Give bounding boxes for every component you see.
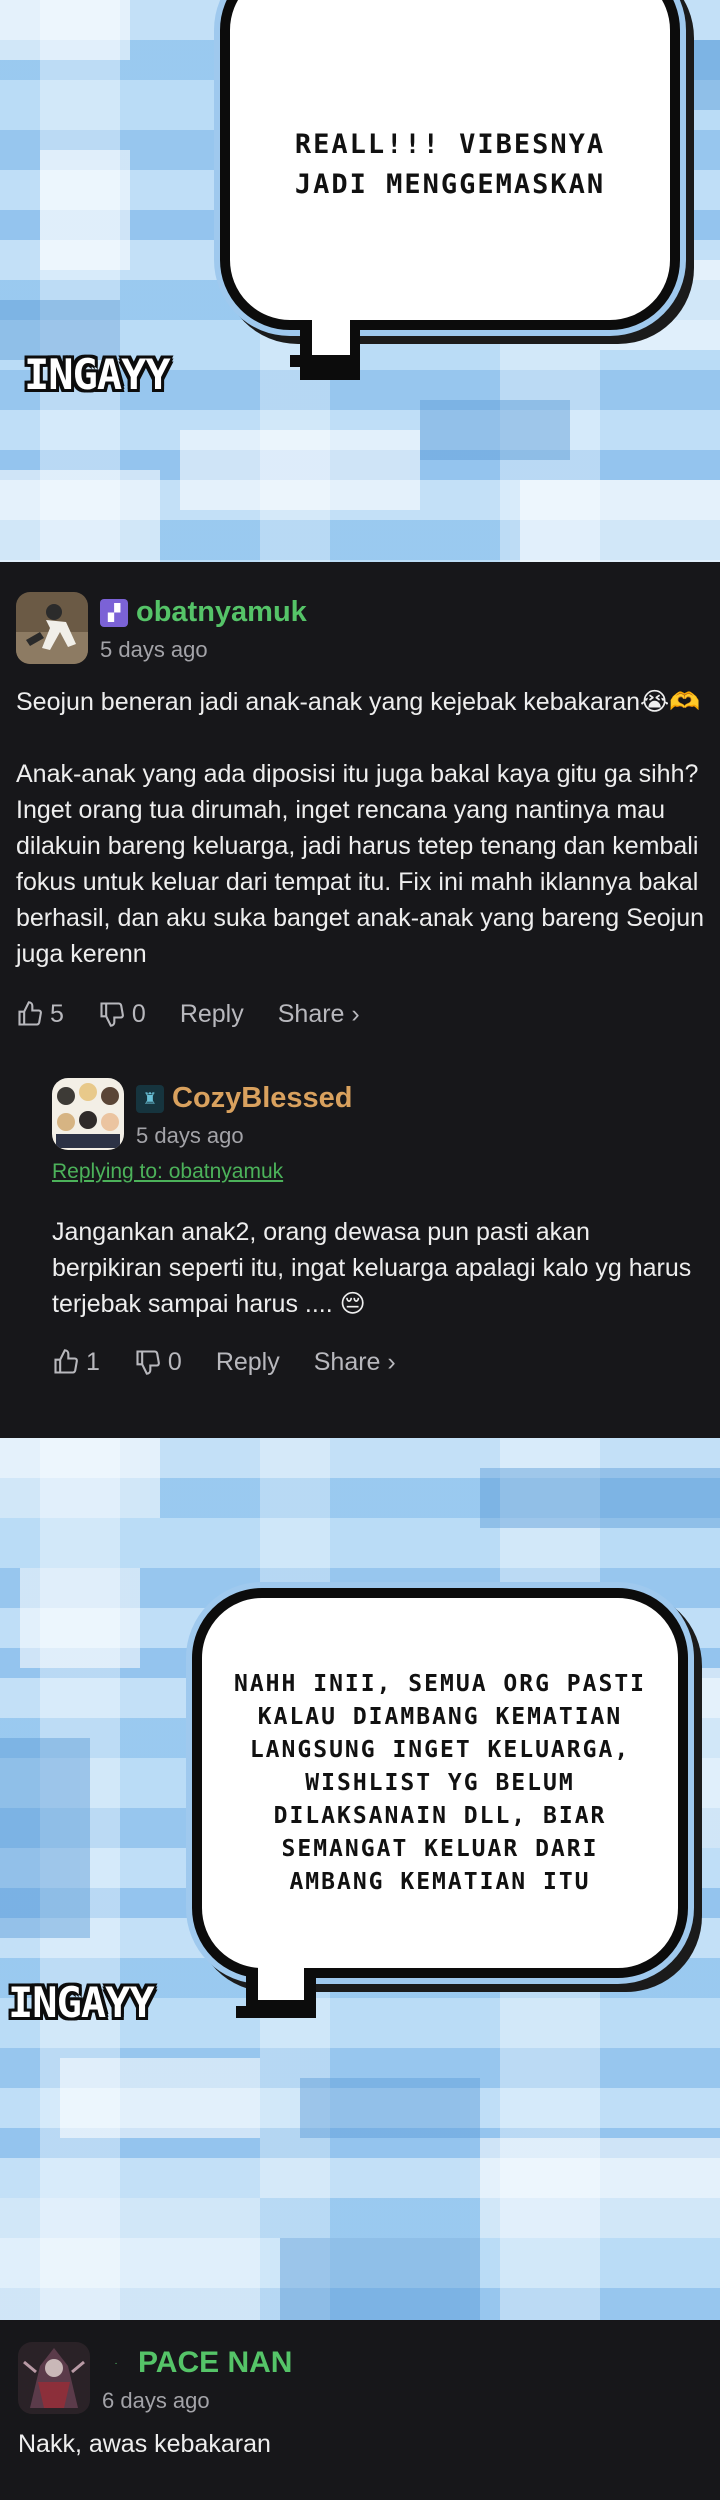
username[interactable]: CozyBlessed xyxy=(172,1082,353,1115)
speech-bubble: REALL!!! VIBESNYA JADI MENGGEMASKAN xyxy=(220,0,680,330)
comments-section: ▞ obatnyamuk 5 days ago Seojun beneran j… xyxy=(0,562,720,1438)
rank-badge-icon: · xyxy=(114,2357,118,2369)
timestamp: 5 days ago xyxy=(100,637,208,662)
like-button[interactable]: 1 xyxy=(52,1348,100,1377)
comment-actions: 1 0 Reply Share › xyxy=(52,1342,704,1382)
comments-section: · PACE NAN 6 days ago Nakk, awas kebakar… xyxy=(0,2320,720,2500)
rank-badge-icon: ▞ xyxy=(100,598,128,627)
comment-text: Jangankan anak2, orang dewasa pun pasti … xyxy=(52,1218,692,1318)
timestamp: 5 days ago xyxy=(136,1123,244,1148)
avatar[interactable] xyxy=(18,2342,90,2414)
comment-text: Nakk, awas kebakaran xyxy=(18,2430,271,2458)
dislike-count: 0 xyxy=(167,1347,182,1376)
dislike-count: 0 xyxy=(131,999,146,1028)
avatar[interactable] xyxy=(52,1078,124,1150)
replying-to-link[interactable]: Replying to: obatnyamuk xyxy=(52,1160,704,1184)
share-button[interactable]: Share › xyxy=(314,1348,396,1377)
speaker-label: INGAYY xyxy=(24,350,171,399)
username[interactable]: PACE NAN xyxy=(138,2346,292,2380)
comment-actions: 5 0 Reply Share › xyxy=(16,994,704,1034)
webtoon-panel-top: REALL!!! VIBESNYA JADI MENGGEMASKAN INGA… xyxy=(0,0,720,562)
reply-button[interactable]: Reply xyxy=(180,1000,244,1029)
speech-bubble: NAHH INII, SEMUA ORG PASTI KALAU DIAMBAN… xyxy=(192,1588,688,1978)
rank-badge-icon: ♜ xyxy=(136,1084,164,1113)
reply-button[interactable]: Reply xyxy=(216,1348,280,1377)
dislike-button[interactable]: 0 xyxy=(134,1348,182,1377)
thumbs-up-icon xyxy=(54,1349,78,1374)
comment-text: Seojun beneran jadi anak-anak yang kejeb… xyxy=(16,688,705,968)
thumbs-down-icon xyxy=(136,1350,160,1375)
thumbs-down-icon xyxy=(100,1002,124,1027)
webtoon-panel-middle: NAHH INII, SEMUA ORG PASTI KALAU DIAMBAN… xyxy=(0,1438,720,2320)
speech-text: NAHH INII, SEMUA ORG PASTI KALAU DIAMBAN… xyxy=(233,1670,647,1895)
dislike-button[interactable]: 0 xyxy=(98,1000,146,1029)
speech-text: REALL!!! VIBESNYA JADI MENGGEMASKAN xyxy=(294,129,606,200)
reply-comment: ♜ CozyBlessed 5 days ago Replying to: ob… xyxy=(0,1034,720,1382)
comment: · PACE NAN 6 days ago Nakk, awas kebakar… xyxy=(0,2320,720,2462)
share-button[interactable]: Share › xyxy=(278,1000,360,1029)
avatar[interactable] xyxy=(16,592,88,664)
timestamp: 6 days ago xyxy=(102,2388,210,2413)
like-count: 1 xyxy=(86,1347,100,1376)
username[interactable]: obatnyamuk xyxy=(136,596,307,629)
like-button[interactable]: 5 xyxy=(16,1000,64,1029)
speaker-label: INGAYY xyxy=(8,1978,155,2027)
thumbs-up-icon xyxy=(18,1001,42,1026)
like-count: 5 xyxy=(50,999,64,1028)
comment: ▞ obatnyamuk 5 days ago Seojun beneran j… xyxy=(0,562,720,1034)
